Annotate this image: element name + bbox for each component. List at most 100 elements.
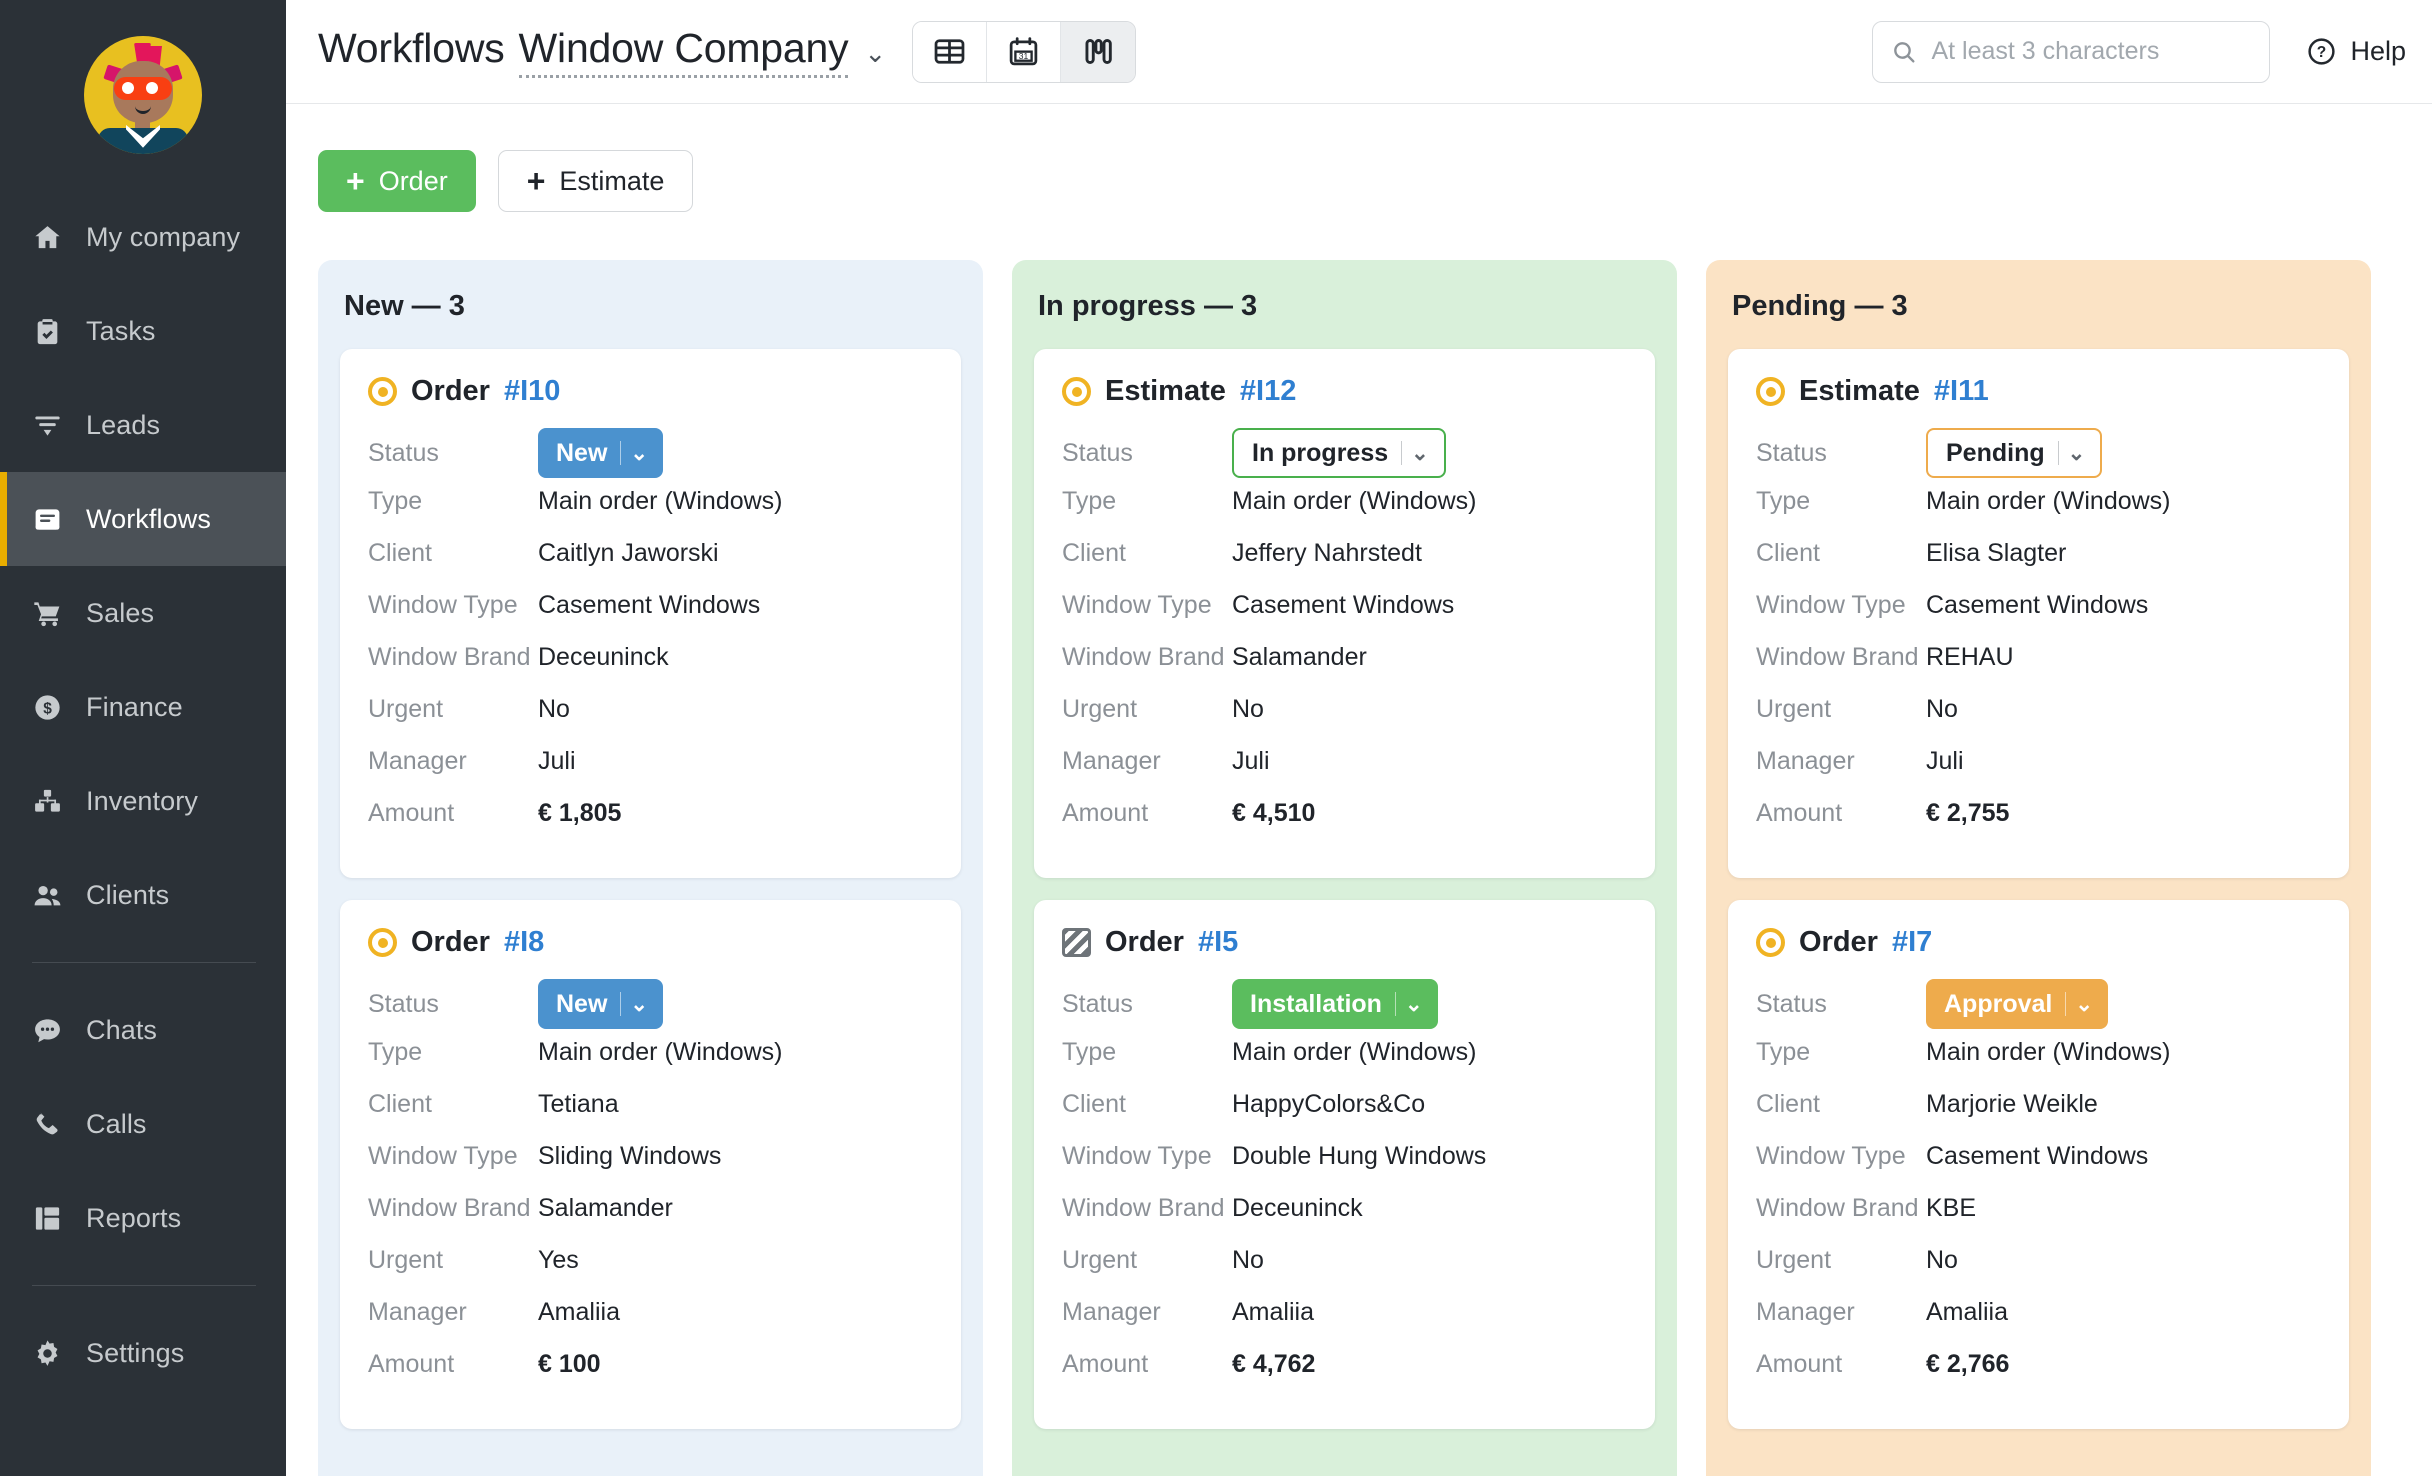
card-doc-number[interactable]: #I10 — [504, 375, 560, 408]
chevron-down-icon[interactable]: ⌄ — [2068, 443, 2097, 464]
company-selector-label[interactable]: Window Company — [518, 25, 849, 78]
field-value: € 1,805 — [538, 799, 622, 827]
card-doc-type: Order — [1799, 926, 1878, 958]
sidebar-item-label: Clients — [86, 879, 170, 910]
sidebar-item-chats[interactable]: Chats — [0, 983, 286, 1077]
status-badge[interactable]: Pending ⌄ — [1926, 428, 2103, 478]
chevron-down-icon[interactable]: ⌄ — [864, 40, 886, 66]
field-status: Status Pending ⌄ — [1756, 422, 2321, 484]
field-label: Client — [1756, 539, 1820, 567]
card-doc-number[interactable]: #I5 — [1198, 926, 1238, 959]
sidebar-item-clients[interactable]: Clients — [0, 848, 286, 942]
field-urgent: Urgent No — [1062, 692, 1627, 744]
field-label: Urgent — [1756, 695, 1832, 723]
help-button[interactable]: ? Help — [2296, 36, 2406, 67]
field-label: Type — [1756, 487, 1811, 515]
add-order-label: Order — [378, 165, 448, 196]
card-doc-number[interactable]: #I7 — [1892, 926, 1932, 959]
column-title: Pending — 3 — [1732, 290, 1908, 322]
field-value: € 2,766 — [1926, 1350, 2010, 1378]
order-hatch-icon — [1062, 928, 1091, 957]
status-badge-label: New — [556, 989, 608, 1018]
workflow-card[interactable]: Estimate #I11 Status Pending ⌄ Type Main order… — [1728, 349, 2349, 878]
field-type: Type Main order (Windows) — [368, 484, 933, 536]
reports-grid-icon — [30, 1201, 64, 1235]
card-doc-type: Order — [411, 926, 490, 958]
plus-icon: + — [526, 163, 546, 199]
calendar-view-button[interactable]: 31 — [987, 21, 1062, 82]
chevron-down-icon[interactable]: ⌄ — [1411, 443, 1440, 464]
sidebar-item-inventory[interactable]: Inventory — [0, 754, 286, 848]
table-view-button[interactable] — [913, 21, 988, 82]
field-status: Status In progress ⌄ — [1062, 422, 1627, 484]
field-value: Deceuninck — [538, 643, 669, 671]
card-doc-number[interactable]: #I8 — [504, 926, 544, 959]
field-client: Client Jeffery Nahrstedt — [1062, 536, 1627, 588]
workflow-card[interactable]: Order #I8 Status New ⌄ Type Main order (Window… — [340, 900, 961, 1429]
sidebar-item-my-company[interactable]: My company — [0, 190, 286, 284]
kanban-view-button[interactable] — [1061, 21, 1136, 82]
workflow-card[interactable]: Order #I7 Status Approval ⌄ Type Main order (W… — [1728, 900, 2349, 1429]
view-switcher: 31 — [912, 20, 1137, 83]
field-label: Window Brand — [1062, 643, 1225, 671]
field-label: Urgent — [1062, 695, 1138, 723]
field-amount: Amount € 100 — [368, 1347, 933, 1399]
card-header: Order #I7 — [1756, 926, 2321, 959]
sidebar-item-settings[interactable]: Settings — [0, 1306, 286, 1400]
status-badge[interactable]: New ⌄ — [538, 428, 664, 478]
search-box[interactable] — [1872, 20, 2271, 83]
field-label: Status — [1756, 990, 1827, 1019]
field-value: No — [1926, 1246, 1958, 1274]
card-header: Estimate #I11 — [1756, 375, 2321, 408]
sidebar-item-finance[interactable]: $ Finance — [0, 660, 286, 754]
status-badge[interactable]: In progress ⌄ — [1232, 428, 1446, 478]
field-label: Window Type — [1062, 591, 1212, 619]
chevron-down-icon[interactable]: ⌄ — [1405, 994, 1434, 1015]
search-input[interactable] — [1931, 37, 2252, 66]
chevron-down-icon[interactable]: ⌄ — [630, 443, 659, 464]
sidebar-item-workflows[interactable]: Workflows — [0, 472, 286, 566]
card-fields: Status In progress ⌄ Type Main order (Window… — [1062, 422, 1627, 848]
sidebar-item-leads[interactable]: Leads — [0, 378, 286, 472]
people-icon — [30, 878, 64, 912]
field-type: Type Main order (Windows) — [1062, 484, 1627, 536]
kanban-columns: New — 3 Order #I10 Status New ⌄ Type Main order… — [318, 260, 2432, 1476]
chevron-down-icon[interactable]: ⌄ — [630, 994, 659, 1015]
field-value: Yes — [538, 1246, 579, 1274]
add-estimate-button[interactable]: + Estimate — [497, 150, 694, 212]
card-fields: Status New ⌄ Type Main order (Windows) Client… — [368, 422, 933, 848]
field-value: KBE — [1926, 1194, 1977, 1222]
status-badge[interactable]: New ⌄ — [538, 979, 664, 1029]
field-value: Juli — [538, 747, 576, 775]
field-manager: Manager Juli — [1756, 744, 2321, 796]
card-fields: Status Installation ⌄ Type Main order (Windo… — [1062, 973, 1627, 1399]
card-doc-type: Estimate — [1105, 375, 1226, 407]
workflow-card[interactable]: Estimate #I12 Status In progress ⌄ Type Main o… — [1034, 349, 1655, 878]
order-dot-icon — [368, 377, 397, 406]
card-doc-type: Estimate — [1799, 375, 1920, 407]
field-label: Urgent — [1062, 1246, 1138, 1274]
field-label: Urgent — [368, 695, 444, 723]
sidebar-item-reports[interactable]: Reports — [0, 1171, 286, 1265]
chevron-down-icon[interactable]: ⌄ — [2075, 994, 2104, 1015]
sidebar-item-tasks[interactable]: Tasks — [0, 284, 286, 378]
add-order-button[interactable]: + Order — [318, 150, 476, 212]
svg-text:$: $ — [43, 700, 52, 717]
status-badge[interactable]: Installation ⌄ — [1232, 979, 1438, 1029]
sidebar-nav: My company Tasks Leads Workflows Sales $ Finan… — [0, 190, 286, 1400]
sidebar-item-calls[interactable]: Calls — [0, 1077, 286, 1171]
card-doc-number[interactable]: #I12 — [1240, 375, 1296, 408]
workflow-card[interactable]: Order #I5 Status Installation ⌄ Type Main orde… — [1034, 900, 1655, 1429]
field-window-brand: Window Brand Salamander — [368, 1191, 933, 1243]
workflow-card[interactable]: Order #I10 Status New ⌄ Type Main order (Windo… — [340, 349, 961, 878]
field-manager: Manager Juli — [1062, 744, 1627, 796]
status-badge[interactable]: Approval ⌄ — [1926, 979, 2108, 1029]
field-value: HappyColors&Co — [1232, 1090, 1426, 1118]
field-label: Urgent — [368, 1246, 444, 1274]
field-label: Window Brand — [368, 643, 531, 671]
sidebar-logo[interactable] — [0, 0, 286, 190]
card-doc-number[interactable]: #I11 — [1934, 375, 1989, 408]
field-window-type: Window Type Casement Windows — [1062, 588, 1627, 640]
field-urgent: Urgent No — [1756, 692, 2321, 744]
sidebar-item-sales[interactable]: Sales — [0, 566, 286, 660]
